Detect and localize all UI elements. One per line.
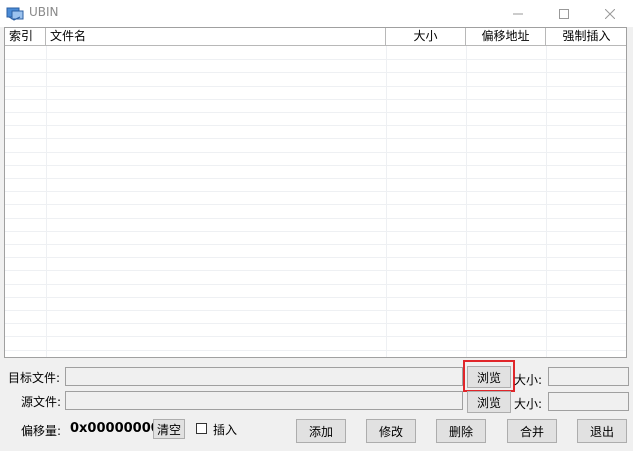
source-file-label: 源文件: <box>21 395 62 409</box>
insert-checkbox[interactable] <box>196 423 207 434</box>
source-browse-button[interactable]: 浏览 <box>467 391 511 413</box>
grid-line <box>5 217 626 219</box>
grid-line <box>5 151 626 153</box>
target-file-field[interactable] <box>65 367 463 386</box>
grid-column-line <box>546 46 547 357</box>
grid-line <box>5 296 626 298</box>
column-header-index[interactable]: 索引 <box>5 28 46 45</box>
delete-button[interactable]: 删除 <box>436 419 486 443</box>
close-button[interactable] <box>587 0 633 27</box>
grid-line <box>5 283 626 285</box>
grid-column-line <box>46 46 47 357</box>
grid-line <box>5 164 626 166</box>
file-list[interactable]: 索引 文件名 大小 偏移地址 强制插入 <box>4 27 627 358</box>
column-header-size[interactable]: 大小 <box>386 28 466 45</box>
offset-value: 0x00000000 <box>70 421 160 436</box>
grid-line <box>5 178 626 179</box>
grid-line <box>5 112 626 113</box>
source-size-field[interactable] <box>548 392 629 411</box>
grid-column-line <box>466 46 467 357</box>
grid-line <box>5 230 626 232</box>
grid-line <box>5 138 626 140</box>
column-header-offset[interactable]: 偏移地址 <box>466 28 546 45</box>
insert-checkbox-label: 插入 <box>213 423 238 437</box>
grid-line <box>5 98 626 100</box>
minimize-button[interactable] <box>495 0 541 27</box>
grid-line <box>5 191 626 193</box>
window-title: UBIN <box>29 5 59 19</box>
grid-line <box>5 323 626 325</box>
merge-button[interactable]: 合并 <box>507 419 557 443</box>
list-header: 索引 文件名 大小 偏移地址 强制插入 <box>5 28 626 46</box>
add-button[interactable]: 添加 <box>296 419 346 443</box>
grid-line <box>5 336 626 338</box>
clear-offset-button[interactable]: 清空 <box>153 419 185 439</box>
grid-column-line <box>386 46 387 357</box>
grid-line <box>5 85 626 87</box>
highlight-box <box>463 360 515 392</box>
target-size-label: 大小: <box>514 373 543 387</box>
target-file-label: 目标文件: <box>8 371 61 385</box>
target-size-field[interactable] <box>548 367 629 386</box>
source-file-field[interactable] <box>65 391 463 410</box>
app-icon <box>6 5 24 21</box>
column-header-force-insert[interactable]: 强制插入 <box>546 28 626 45</box>
maximize-button[interactable] <box>541 0 587 27</box>
grid-line <box>5 125 626 127</box>
offset-label: 偏移量: <box>21 424 62 438</box>
grid-line <box>5 349 626 351</box>
grid-line <box>5 72 626 74</box>
modify-button[interactable]: 修改 <box>366 419 416 443</box>
source-size-label: 大小: <box>514 397 543 411</box>
grid-line <box>5 310 626 311</box>
exit-button[interactable]: 退出 <box>577 419 627 443</box>
grid-line <box>5 270 626 272</box>
column-header-filename[interactable]: 文件名 <box>46 28 386 45</box>
grid-line <box>5 204 626 206</box>
grid-line <box>5 59 626 61</box>
title-bar: UBIN <box>0 0 633 27</box>
grid-line <box>5 257 626 259</box>
grid-line <box>5 244 626 245</box>
